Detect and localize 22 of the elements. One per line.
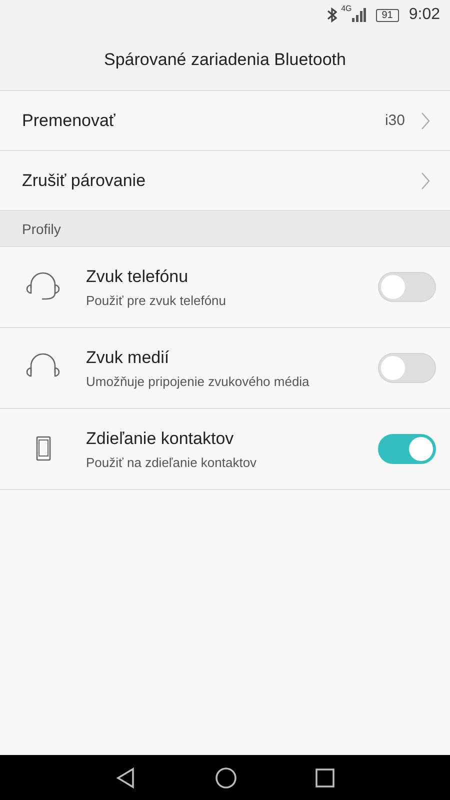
back-icon[interactable] xyxy=(115,766,137,788)
toggle-switch[interactable] xyxy=(378,353,436,383)
profile-name: Zvuk telefónu xyxy=(86,266,190,286)
toggle-switch[interactable] xyxy=(378,434,436,464)
profile-description: Umožňuje pripojenie zvukového média xyxy=(86,374,310,388)
clock: 9:02 xyxy=(408,6,440,24)
battery-level: 91 xyxy=(376,8,399,22)
bluetooth-icon xyxy=(327,7,338,23)
profile-name: Zdieľanie kontaktov xyxy=(86,428,235,448)
profile-description: Použiť pre zvuk telefónu xyxy=(86,292,228,308)
network-type: 4G xyxy=(341,4,352,13)
profile-description: Použiť na zdieľanie kontaktov xyxy=(86,454,258,470)
home-icon[interactable] xyxy=(215,766,237,788)
section-header: Profily xyxy=(0,211,450,247)
profile-name: Zvuk medií xyxy=(86,348,170,368)
toggle-switch[interactable] xyxy=(378,272,436,302)
chevron-right-icon xyxy=(421,172,430,190)
menu-item[interactable]: Premenovať i30 xyxy=(0,91,450,151)
signal-icon xyxy=(352,8,366,22)
page-title: Spárované zariadenia Bluetooth xyxy=(104,50,346,70)
chevron-right-icon xyxy=(421,112,430,130)
recents-icon[interactable] xyxy=(315,768,335,788)
